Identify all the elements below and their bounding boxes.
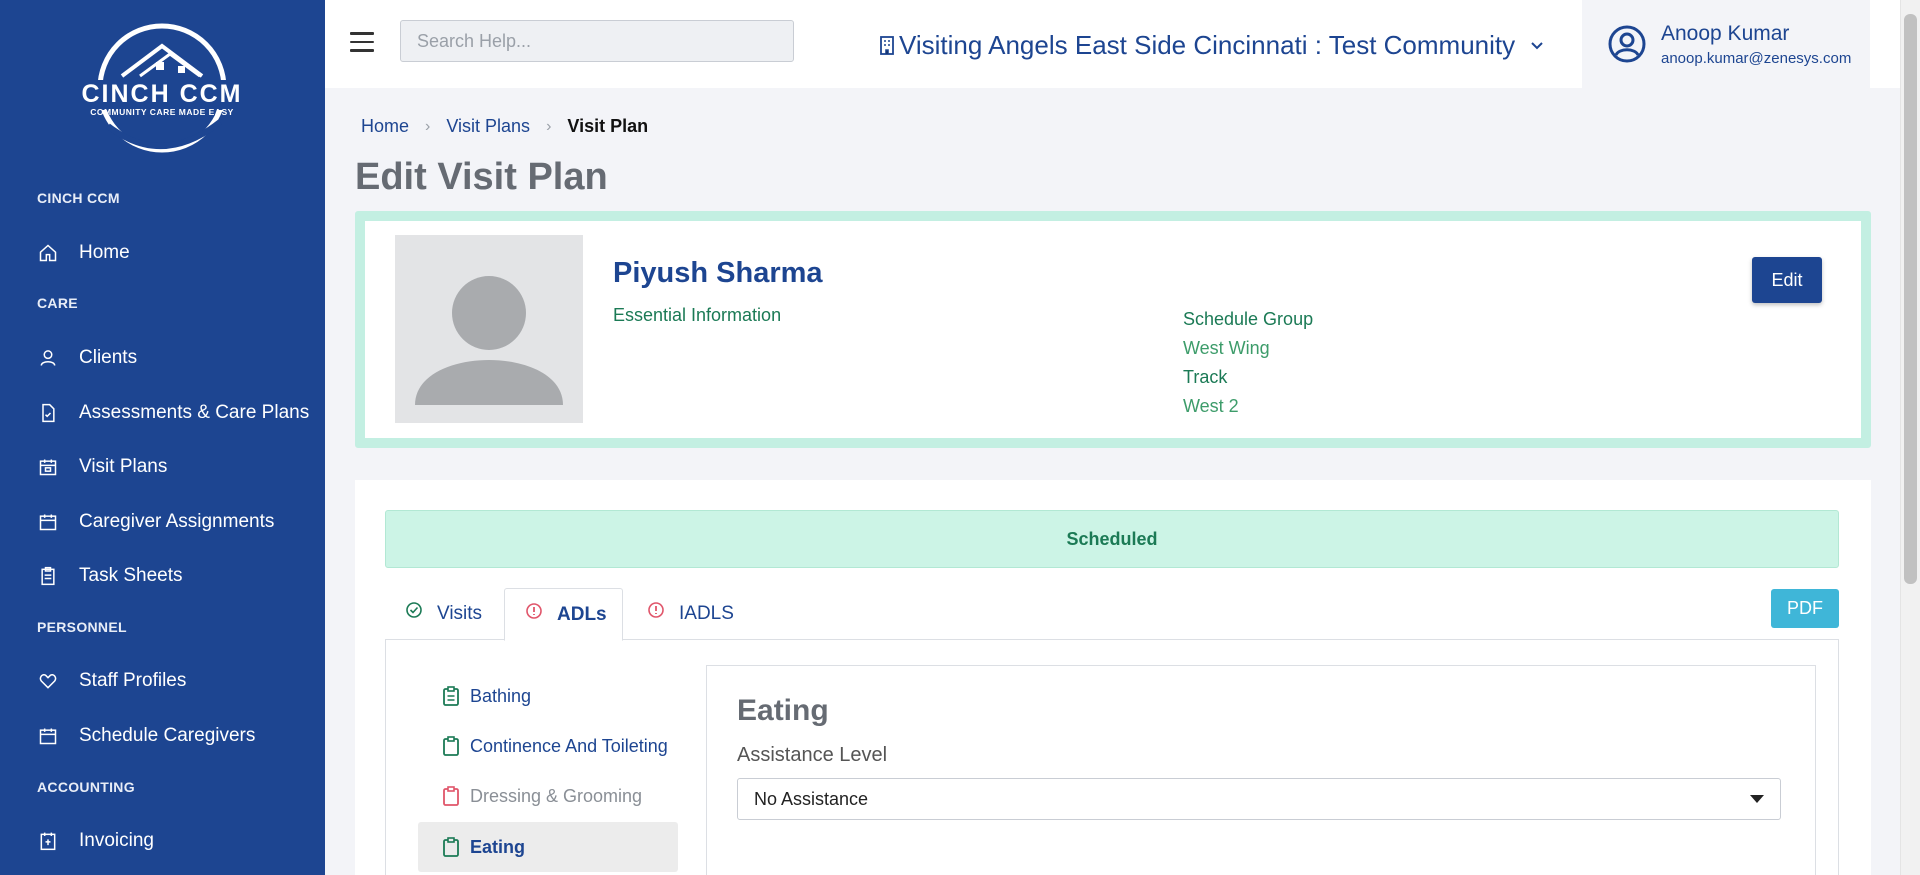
caret-down-icon: [1750, 795, 1764, 803]
community-name: Visiting Angels East Side Cincinnati : T…: [899, 29, 1516, 60]
schedule-group-value: West Wing: [1183, 338, 1270, 358]
sidebar-item-label: Task Sheets: [79, 565, 183, 586]
schedule-group-label: Schedule Group: [1183, 309, 1314, 329]
home-icon: [37, 242, 59, 264]
tab-iadls[interactable]: IADLS: [647, 588, 757, 640]
sidebar-item-label: Caregiver Assignments: [79, 511, 275, 532]
tab-label: Visits: [437, 603, 483, 624]
edit-button[interactable]: Edit: [1752, 257, 1822, 303]
alert-circle-icon: [526, 602, 542, 619]
tab-visits[interactable]: Visits: [405, 588, 501, 640]
client-name: Piyush Sharma: [613, 257, 823, 289]
menu-toggle-icon[interactable]: [350, 32, 374, 52]
breadcrumb-home[interactable]: Home: [361, 116, 409, 137]
assistance-level-value: No Assistance: [754, 788, 869, 809]
chevron-down-icon: [1531, 42, 1543, 50]
adl-item-dressing-grooming[interactable]: Dressing & Grooming: [418, 772, 678, 820]
client-profile-card: Piyush Sharma Essential Information Sche…: [355, 211, 1871, 448]
tab-bar: Visits ADLs IADLS: [385, 588, 1839, 641]
sidebar-item-label: Visit Plans: [79, 456, 168, 477]
tab-label: IADLS: [679, 603, 734, 624]
status-banner: Scheduled: [385, 510, 1839, 568]
section-cinch-ccm: CINCH CCM: [37, 190, 120, 206]
section-personnel: PERSONNEL: [37, 619, 127, 635]
page-scrollbar[interactable]: [1900, 0, 1920, 875]
sidebar-item-label: Invoicing: [79, 830, 154, 851]
essential-information-label: Essential Information: [613, 305, 782, 325]
sidebar-item-schedule-caregivers[interactable]: Schedule Caregivers: [0, 714, 325, 758]
user-email: anoop.kumar@zenesys.com: [1661, 49, 1852, 67]
track-value: West 2: [1183, 396, 1239, 416]
sidebar-item-visit-plans[interactable]: Visit Plans: [0, 445, 325, 489]
calendar-icon: [37, 725, 59, 747]
chevron-right-icon: ›: [546, 117, 552, 135]
pdf-button[interactable]: PDF: [1771, 589, 1839, 628]
adls-tab-content: Bathing Continence And Toileting Dressin…: [385, 640, 1839, 875]
sidebar-item-label: Staff Profiles: [79, 670, 187, 691]
clipboard-icon: [443, 786, 459, 806]
tab-adls[interactable]: ADLs: [504, 588, 623, 641]
alert-circle-icon: [648, 602, 664, 618]
user-name: Anoop Kumar: [1661, 21, 1790, 45]
logo-text: CINCH CCM: [81, 80, 242, 108]
invoice-icon: [37, 830, 59, 852]
adl-item-eating[interactable]: Eating: [418, 822, 678, 872]
clipboard-icon: [443, 736, 459, 756]
page-title: Edit Visit Plan: [355, 156, 608, 198]
adl-item-bathing[interactable]: Bathing: [418, 672, 678, 720]
sidebar-item-invoicing[interactable]: Invoicing: [0, 819, 325, 863]
cinch-ccm-logo[interactable]: CINCH CCM COMMUNITY CARE MADE EASY: [60, 18, 265, 158]
tab-label: ADLs: [557, 603, 607, 625]
calendar-icon: [37, 511, 59, 533]
sidebar-item-label: Schedule Caregivers: [79, 725, 256, 746]
section-care: CARE: [37, 295, 78, 311]
sidebar-item-clients[interactable]: Clients: [0, 336, 325, 380]
adl-detail-panel: Eating Assistance Level No Assistance: [706, 665, 1816, 875]
clipboard-icon: [443, 837, 459, 857]
assistance-level-select[interactable]: No Assistance: [737, 778, 1781, 820]
community-selector[interactable]: Visiting Angels East Side Cincinnati : T…: [877, 28, 1545, 62]
schedule-info: Schedule Group West Wing Track West 2: [1183, 305, 1313, 421]
breadcrumb-current: Visit Plan: [567, 116, 649, 136]
breadcrumb-visit-plans[interactable]: Visit Plans: [446, 116, 530, 137]
calendar-icon: [37, 456, 59, 478]
user-menu[interactable]: Anoop Kumar anoop.kumar@zenesys.com: [1582, 0, 1870, 88]
clipboard-icon: [443, 686, 459, 706]
document-icon: [37, 402, 59, 424]
heart-icon: [37, 670, 59, 692]
chevron-right-icon: ›: [425, 117, 431, 135]
adl-label: Eating: [470, 836, 526, 857]
sidebar-item-task-sheets[interactable]: Task Sheets: [0, 554, 325, 598]
visit-plan-panel: Scheduled Visits ADLs IADLS PDF Bathing …: [355, 480, 1871, 875]
sidebar-item-label: Clients: [79, 347, 138, 368]
adl-label: Continence And Toileting: [470, 735, 668, 756]
section-accounting: ACCOUNTING: [37, 779, 135, 795]
avatar: [395, 235, 583, 423]
search-help-input[interactable]: [400, 20, 794, 62]
sidebar-item-label: Home: [79, 242, 130, 263]
adl-label: Dressing & Grooming: [470, 785, 643, 806]
sidebar-item-assessments[interactable]: Assessments & Care Plans: [0, 391, 325, 435]
sidebar: CINCH CCM COMMUNITY CARE MADE EASY CINCH…: [0, 0, 325, 875]
sidebar-item-caregiver-assignments[interactable]: Caregiver Assignments: [0, 500, 325, 544]
sidebar-item-home[interactable]: Home: [0, 231, 325, 275]
breadcrumb: Home › Visit Plans › Visit Plan: [361, 116, 648, 137]
top-header: Visiting Angels East Side Cincinnati : T…: [325, 0, 1900, 88]
sidebar-item-label: Assessments & Care Plans: [79, 402, 310, 423]
user-icon: [37, 347, 59, 369]
clipboard-icon: [37, 565, 59, 587]
check-circle-icon: [406, 602, 422, 618]
building-icon: [880, 36, 894, 55]
assistance-level-label: Assistance Level: [737, 744, 888, 766]
user-circle-icon: [1608, 25, 1646, 63]
logo-tagline: COMMUNITY CARE MADE EASY: [90, 107, 234, 117]
adl-item-continence[interactable]: Continence And Toileting: [418, 722, 678, 770]
adl-detail-title: Eating: [737, 694, 829, 727]
track-label: Track: [1183, 367, 1228, 387]
scrollbar-thumb[interactable]: [1904, 14, 1917, 584]
sidebar-item-staff-profiles[interactable]: Staff Profiles: [0, 659, 325, 703]
adl-label: Bathing: [470, 685, 532, 706]
